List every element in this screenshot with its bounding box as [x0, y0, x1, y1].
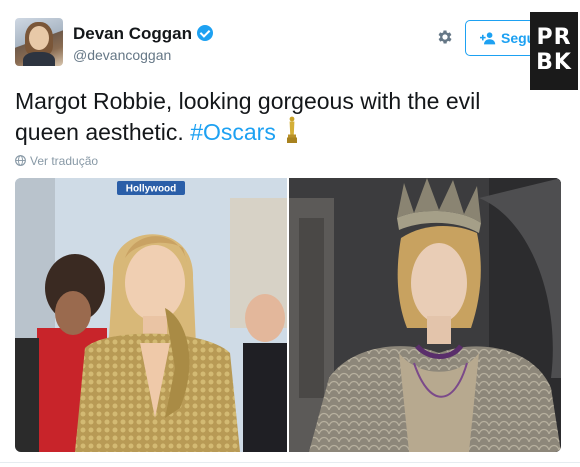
evil-queen-illustration [289, 178, 561, 452]
avatar[interactable] [15, 18, 63, 66]
tweet-text: Margot Robbie, looking gorgeous with the… [15, 86, 535, 147]
tweet-header: Devan Coggan @devancoggan Segu [15, 18, 575, 70]
divider [0, 462, 580, 463]
gear-icon[interactable] [436, 28, 454, 46]
evil-queen-photo[interactable] [289, 178, 561, 452]
translate-label: Ver tradução [30, 154, 99, 168]
hashtag-link[interactable]: #Oscars [190, 119, 276, 145]
watermark-logo: PR BK [530, 12, 578, 90]
oscar-statuette-icon [287, 116, 298, 143]
translate-link[interactable]: Ver tradução [15, 154, 98, 168]
red-carpet-photo[interactable]: Hollywood [15, 178, 287, 452]
verified-badge-icon [197, 25, 214, 41]
hollywood-sign: Hollywood [126, 184, 177, 195]
follow-user-icon [480, 32, 496, 45]
display-name-row[interactable]: Devan Coggan [73, 24, 214, 44]
user-handle[interactable]: @devancoggan [73, 47, 171, 63]
display-name[interactable]: Devan Coggan [73, 24, 192, 43]
globe-icon [15, 155, 26, 166]
red-carpet-illustration: Hollywood [15, 178, 287, 452]
